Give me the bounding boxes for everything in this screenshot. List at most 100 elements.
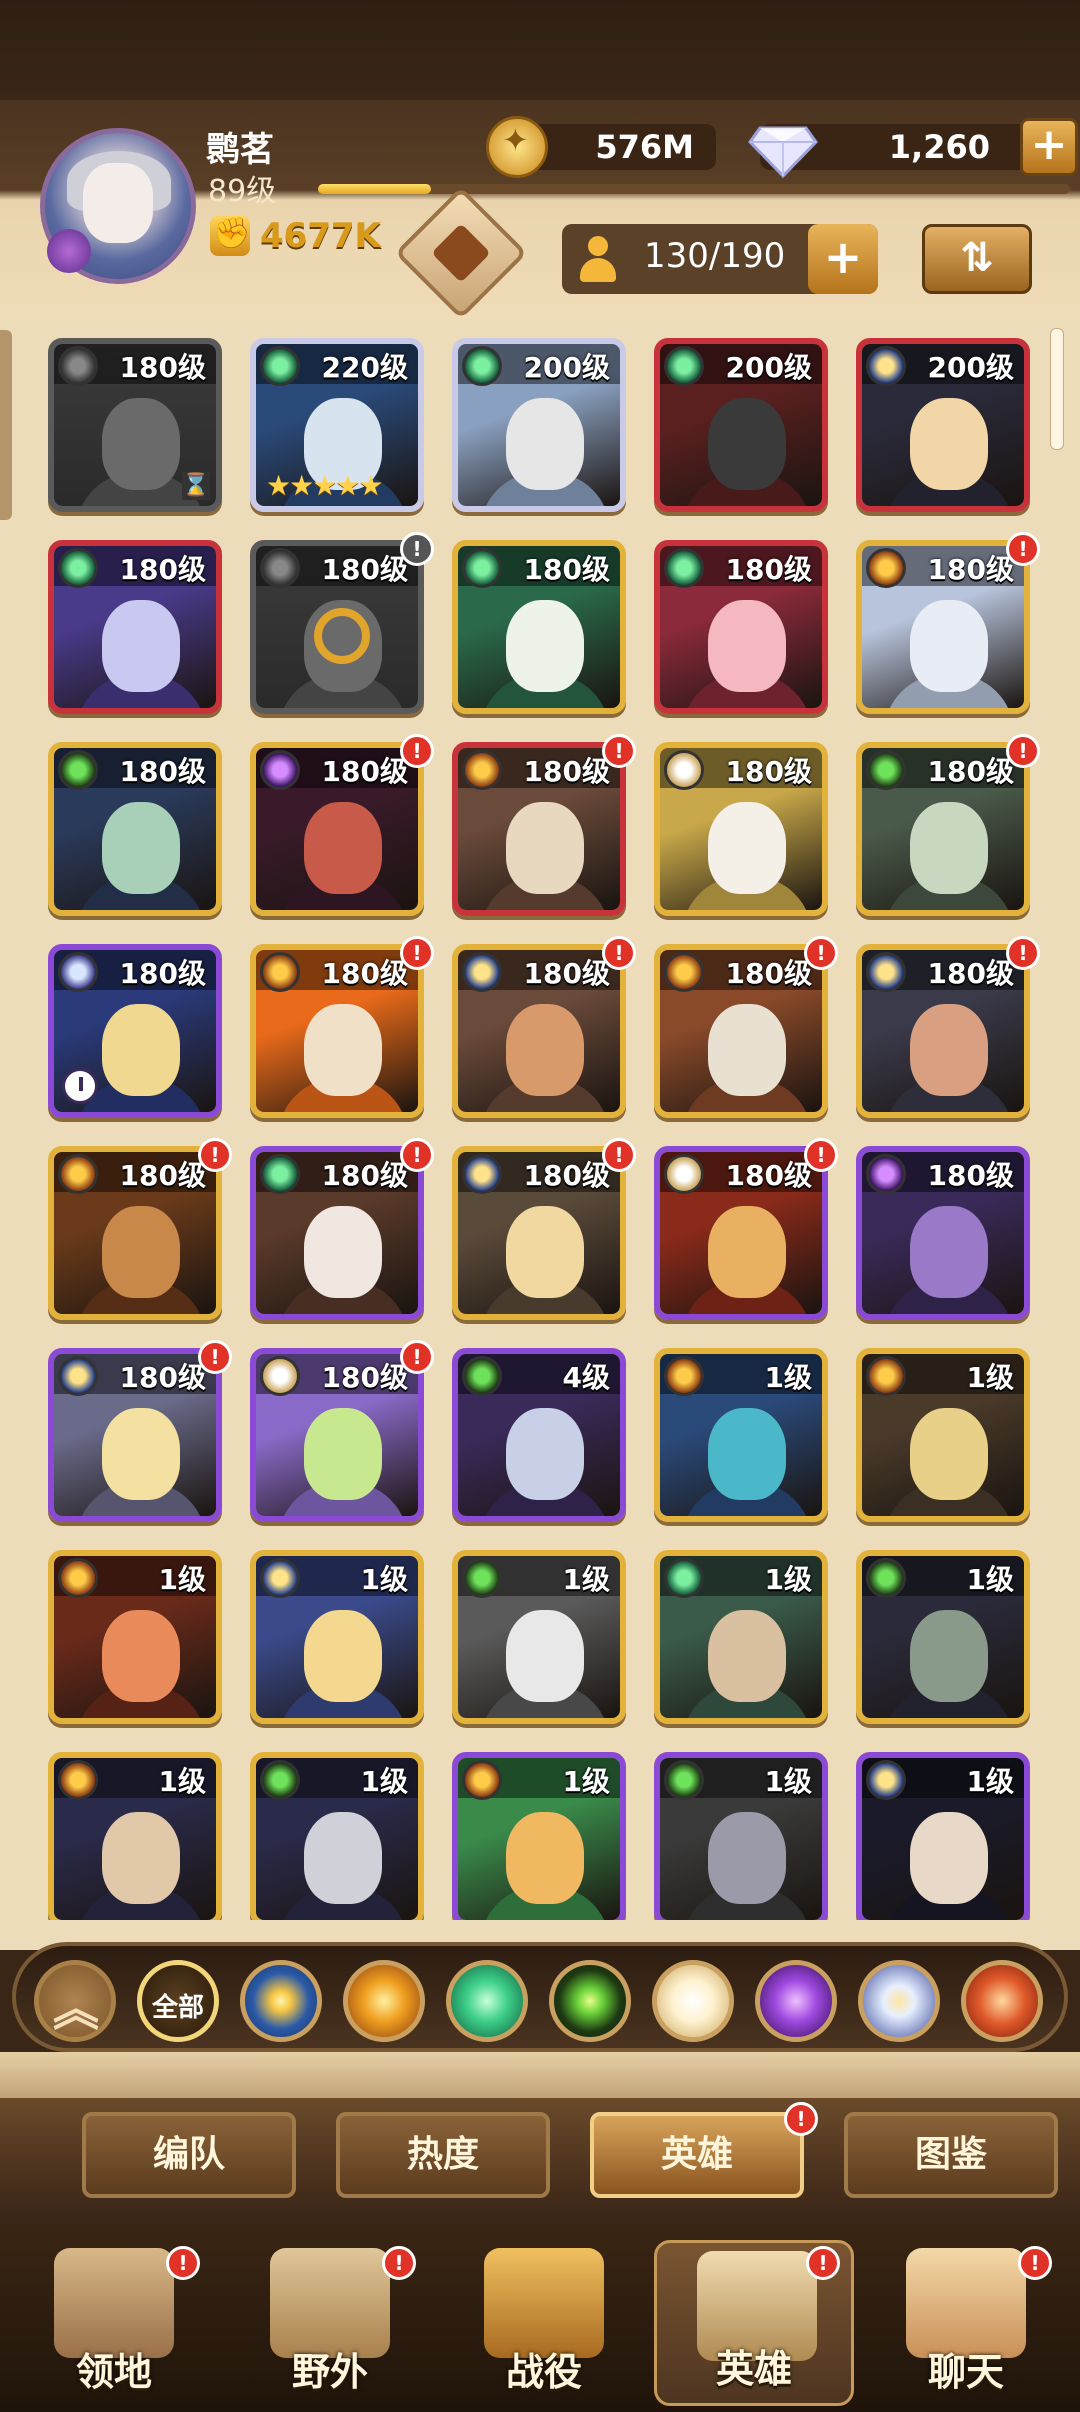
hero-level: 180级 bbox=[927, 553, 1014, 586]
hero-card[interactable]: 180级 bbox=[452, 742, 626, 916]
hero-card[interactable]: 180级 bbox=[856, 742, 1030, 916]
hero-level: 180级 bbox=[119, 1159, 206, 1192]
hero-card[interactable]: 180级 bbox=[48, 1348, 222, 1522]
hero-grid: 180级 ⌛ 220级 ★★★★★ 200级 200级 200级 180级 180级! 180级 1… bbox=[0, 0, 1080, 1920]
hero-card[interactable]: 1级 bbox=[250, 1550, 424, 1724]
filter-dimensional-button[interactable] bbox=[858, 1960, 940, 2042]
nav-label: 领地 bbox=[75, 2350, 152, 2394]
grid-scrollbar[interactable] bbox=[1050, 328, 1064, 450]
hero-card[interactable]: 180级 bbox=[250, 540, 424, 714]
hero-head bbox=[708, 802, 786, 894]
filter-celestial-button[interactable] bbox=[652, 1960, 734, 2042]
hourglass-icon: ⌛ bbox=[182, 472, 210, 500]
tab-popularity[interactable]: 热度 bbox=[336, 2112, 550, 2198]
hero-card[interactable]: 1级 bbox=[856, 1348, 1030, 1522]
hero-level: 180级 bbox=[321, 1361, 408, 1394]
hero-head bbox=[708, 1610, 786, 1702]
hero-card[interactable]: 1级 bbox=[452, 1550, 626, 1724]
alert-badge-icon: ! bbox=[400, 1138, 434, 1172]
hero-card[interactable]: 1级 bbox=[250, 1752, 424, 1920]
hero-card[interactable]: 180级 bbox=[654, 540, 828, 714]
hero-head bbox=[910, 600, 988, 692]
hero-card[interactable]: 1级 bbox=[48, 1752, 222, 1920]
hero-card[interactable]: 180级 bbox=[452, 540, 626, 714]
hero-card[interactable]: 180级 bbox=[856, 1146, 1030, 1320]
alert-badge-icon: ! bbox=[1006, 936, 1040, 970]
hero-head bbox=[304, 1610, 382, 1702]
hero-card[interactable]: 200级 bbox=[856, 338, 1030, 512]
filter-hypogean-button[interactable] bbox=[755, 1960, 837, 2042]
tab-heroes[interactable]: 英雄 bbox=[590, 2112, 804, 2198]
hero-level: 180级 bbox=[119, 351, 206, 384]
hero-level: 180级 bbox=[725, 957, 812, 990]
lightbearer-faction-icon bbox=[58, 1356, 98, 1396]
hero-card[interactable]: 180级 bbox=[250, 1146, 424, 1320]
hero-level: 180级 bbox=[725, 1159, 812, 1192]
hero-card[interactable]: 180级 ⌛ bbox=[48, 338, 222, 512]
hero-card[interactable]: 180级 bbox=[48, 540, 222, 714]
hero-head bbox=[910, 1206, 988, 1298]
wilder-faction-icon bbox=[462, 346, 502, 386]
alert-badge-icon: ! bbox=[400, 734, 434, 768]
mauler-faction-icon bbox=[866, 1356, 906, 1396]
tab-codex[interactable]: 图鉴 bbox=[844, 2112, 1058, 2198]
hero-head bbox=[506, 398, 584, 490]
hero-card[interactable]: 200级 bbox=[452, 338, 626, 512]
hero-card[interactable]: 180级 bbox=[250, 742, 424, 916]
mauler-faction-icon bbox=[462, 1760, 502, 1800]
hero-head bbox=[102, 1004, 180, 1096]
hero-card[interactable]: 4级 bbox=[452, 1348, 626, 1522]
wilder-faction-icon bbox=[664, 1558, 704, 1598]
hero-card[interactable]: 1级 bbox=[654, 1752, 828, 1920]
hero-card[interactable]: 180级 bbox=[654, 1146, 828, 1320]
hero-card[interactable]: 180级 bbox=[48, 944, 222, 1118]
hero-card[interactable]: 1级 bbox=[856, 1550, 1030, 1724]
mauler-faction-icon bbox=[58, 1154, 98, 1194]
hero-head bbox=[708, 1004, 786, 1096]
hero-head bbox=[102, 1610, 180, 1702]
nav-label: 英雄 bbox=[715, 2347, 792, 2391]
alert-badge-icon: ! bbox=[400, 1340, 434, 1374]
hero-level: 200级 bbox=[927, 351, 1014, 384]
hero-card[interactable]: 1级 bbox=[856, 1752, 1030, 1920]
hero-head bbox=[910, 1812, 988, 1904]
filter-graveborn-button[interactable] bbox=[549, 1960, 631, 2042]
filter-all-button[interactable]: 全部 bbox=[137, 1960, 219, 2042]
hero-card[interactable]: 180级 bbox=[48, 742, 222, 916]
hero-level: 1级 bbox=[764, 1563, 812, 1596]
hero-stars: ★★★★★ bbox=[266, 469, 384, 502]
filter-flame-button[interactable] bbox=[961, 1960, 1043, 2042]
collapse-filter-button[interactable] bbox=[34, 1960, 116, 2042]
hero-card[interactable]: 180级 bbox=[452, 944, 626, 1118]
hero-card[interactable]: 180级 bbox=[250, 1348, 424, 1522]
alert-badge-icon: ! bbox=[784, 2102, 818, 2136]
hero-level: 180级 bbox=[119, 553, 206, 586]
filter-wilder-button[interactable] bbox=[446, 1960, 528, 2042]
filter-lightbearer-button[interactable] bbox=[240, 1960, 322, 2042]
filter-mauler-button[interactable] bbox=[343, 1960, 425, 2042]
hero-card[interactable]: 1级 bbox=[452, 1752, 626, 1920]
hero-card[interactable]: 180级 bbox=[654, 944, 828, 1118]
hero-card[interactable]: 180级 bbox=[654, 742, 828, 916]
hero-card[interactable]: 200级 bbox=[654, 338, 828, 512]
hero-card[interactable]: 1级 bbox=[654, 1550, 828, 1724]
hero-card[interactable]: 180级 bbox=[856, 540, 1030, 714]
hero-card[interactable]: 1级 bbox=[654, 1348, 828, 1522]
hero-card[interactable]: 1级 bbox=[48, 1550, 222, 1724]
hero-card[interactable]: 220级 ★★★★★ bbox=[250, 338, 424, 512]
alert-badge-icon: ! bbox=[166, 2246, 200, 2280]
nav-campaign[interactable]: 战役 bbox=[444, 2240, 644, 2406]
hero-head bbox=[102, 802, 180, 894]
hero-card[interactable]: 180级 bbox=[452, 1146, 626, 1320]
hero-head bbox=[304, 1206, 382, 1298]
hero-card[interactable]: 180级 bbox=[856, 944, 1030, 1118]
celestial-faction-icon bbox=[664, 1154, 704, 1194]
tab-formation[interactable]: 编队 bbox=[82, 2112, 296, 2198]
hero-level: 1级 bbox=[158, 1765, 206, 1798]
hero-card[interactable]: 180级 bbox=[250, 944, 424, 1118]
hero-card[interactable]: 180级 bbox=[48, 1146, 222, 1320]
hero-level: 220级 bbox=[321, 351, 408, 384]
hero-level: 1级 bbox=[764, 1361, 812, 1394]
faction-filter-bar: 全部 bbox=[12, 1942, 1068, 2052]
graveborn-faction-icon bbox=[866, 1558, 906, 1598]
